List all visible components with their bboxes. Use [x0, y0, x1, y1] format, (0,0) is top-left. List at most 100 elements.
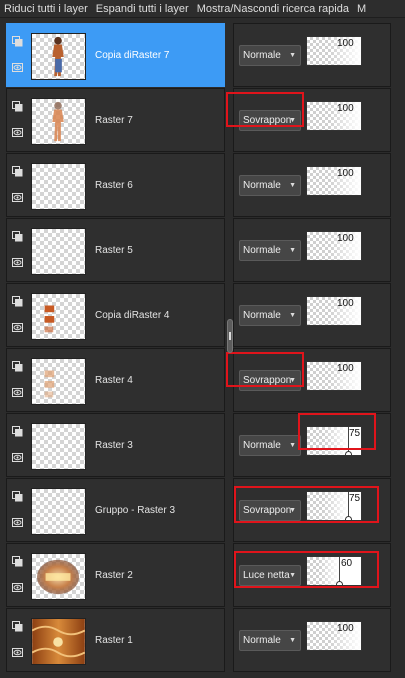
panel-splitter-handle[interactable]: [227, 319, 233, 353]
layer-row[interactable]: Raster 7 Sovrappon ▼ 100: [0, 88, 405, 153]
layer-thumbnail[interactable]: [31, 33, 86, 80]
layer-group-icon[interactable]: [12, 101, 23, 112]
layer-item[interactable]: Raster 7: [6, 88, 225, 152]
chevron-down-icon: ▼: [289, 312, 296, 319]
chevron-down-icon: ▼: [289, 377, 296, 384]
layer-name[interactable]: Raster 2: [95, 570, 133, 581]
opacity-knob[interactable]: [336, 581, 343, 585]
expand-all-layers-button[interactable]: Espandi tutti i layer: [96, 3, 189, 15]
layer-item[interactable]: Gruppo - Raster 3: [6, 478, 225, 542]
layer-thumbnail[interactable]: [31, 488, 86, 535]
layer-name[interactable]: Raster 6: [95, 180, 133, 191]
visibility-eye-icon[interactable]: [12, 388, 23, 397]
blend-mode-dropdown[interactable]: Normale ▼: [239, 305, 301, 326]
layer-item[interactable]: Raster 3: [6, 413, 225, 477]
visibility-eye-icon[interactable]: [12, 583, 23, 592]
layer-item[interactable]: Copia diRaster 4: [6, 283, 225, 347]
toggle-quick-search-button[interactable]: Mostra/Nascondi ricerca rapida: [197, 3, 349, 15]
blend-mode-dropdown[interactable]: Normale ▼: [239, 630, 301, 651]
blend-mode-dropdown[interactable]: Sovrappon ▼: [239, 370, 301, 391]
visibility-eye-icon[interactable]: [12, 63, 23, 72]
layer-item[interactable]: Raster 4: [6, 348, 225, 412]
layer-thumbnail[interactable]: [31, 98, 86, 145]
opacity-marker: [361, 102, 362, 130]
blend-mode-dropdown[interactable]: Sovrappon ▼: [239, 500, 301, 521]
opacity-slider[interactable]: 100: [306, 621, 362, 651]
visibility-eye-icon[interactable]: [12, 323, 23, 332]
blend-mode-dropdown[interactable]: Sovrappon ▼: [239, 110, 301, 131]
layer-thumbnail[interactable]: [31, 293, 86, 340]
layer-item[interactable]: Copia diRaster 7: [6, 23, 225, 87]
layer-thumbnail[interactable]: [31, 423, 86, 470]
layer-group-icon[interactable]: [12, 621, 23, 632]
opacity-slider[interactable]: 60: [306, 556, 362, 586]
layer-thumbnail[interactable]: [31, 228, 86, 275]
opacity-slider[interactable]: 100: [306, 36, 362, 66]
blend-mode-dropdown[interactable]: Normale ▼: [239, 175, 301, 196]
layer-name[interactable]: Copia diRaster 7: [95, 50, 169, 61]
layer-item[interactable]: Raster 5: [6, 218, 225, 282]
visibility-eye-icon[interactable]: [12, 128, 23, 137]
layer-thumbnail[interactable]: [31, 358, 86, 405]
layer-properties: Normale ▼ 100: [233, 153, 391, 217]
visibility-eye-icon[interactable]: [12, 648, 23, 657]
blend-mode-dropdown[interactable]: Normale ▼: [239, 435, 301, 456]
blend-mode-value: Luce netta: [243, 570, 290, 581]
opacity-knob[interactable]: [345, 451, 352, 455]
opacity-slider[interactable]: 100: [306, 231, 362, 261]
layer-group-icon[interactable]: [12, 231, 23, 242]
opacity-knob[interactable]: [345, 516, 352, 520]
layer-name[interactable]: Raster 7: [95, 115, 133, 126]
chevron-down-icon: ▼: [289, 637, 296, 644]
layer-item[interactable]: Raster 2: [6, 543, 225, 607]
layer-row[interactable]: Raster 6 Normale ▼ 100: [0, 153, 405, 218]
chevron-down-icon: ▼: [289, 117, 296, 124]
layer-item[interactable]: Raster 6: [6, 153, 225, 217]
visibility-eye-icon[interactable]: [12, 258, 23, 267]
layer-row[interactable]: Raster 5 Normale ▼ 100: [0, 218, 405, 283]
layer-thumbnail[interactable]: [31, 618, 86, 665]
opacity-slider[interactable]: 100: [306, 296, 362, 326]
layer-group-icon[interactable]: [12, 166, 23, 177]
opacity-slider[interactable]: 100: [306, 101, 362, 131]
layer-row[interactable]: Raster 1 Normale ▼ 100: [0, 608, 405, 673]
layer-name[interactable]: Raster 5: [95, 245, 133, 256]
opacity-slider[interactable]: 100: [306, 361, 362, 391]
layer-thumbnail[interactable]: [31, 163, 86, 210]
layer-group-icon[interactable]: [12, 556, 23, 567]
more-toolbar-button[interactable]: M: [357, 3, 366, 15]
layer-group-icon[interactable]: [12, 36, 23, 47]
collapse-all-layers-button[interactable]: Riduci tutti i layer: [4, 3, 88, 15]
visibility-eye-icon[interactable]: [12, 453, 23, 462]
layer-row[interactable]: Raster 4 Sovrappon ▼ 100: [0, 348, 405, 413]
blend-mode-dropdown[interactable]: Normale ▼: [239, 45, 301, 66]
layer-group-icon[interactable]: [12, 296, 23, 307]
layer-group-icon[interactable]: [12, 361, 23, 372]
layer-row[interactable]: Raster 3 Normale ▼ 75: [0, 413, 405, 478]
layer-row[interactable]: Copia diRaster 4 Normale ▼ 100: [0, 283, 405, 348]
visibility-eye-icon[interactable]: [12, 518, 23, 527]
opacity-slider[interactable]: 75: [306, 491, 362, 521]
layer-name[interactable]: Raster 4: [95, 375, 133, 386]
layer-row[interactable]: Gruppo - Raster 3 Sovrappon ▼ 75: [0, 478, 405, 543]
visibility-eye-icon[interactable]: [12, 193, 23, 202]
layer-name[interactable]: Raster 3: [95, 440, 133, 451]
layer-row[interactable]: Copia diRaster 7 Normale ▼ 100: [0, 23, 405, 88]
layer-row[interactable]: Raster 2 Luce netta ▼ 60: [0, 543, 405, 608]
layer-item[interactable]: Raster 1: [6, 608, 225, 672]
blend-mode-dropdown[interactable]: Normale ▼: [239, 240, 301, 261]
layer-name[interactable]: Raster 1: [95, 635, 133, 646]
blend-mode-value: Normale: [243, 635, 281, 646]
opacity-slider[interactable]: 75: [306, 426, 362, 456]
layer-properties: Normale ▼ 100: [233, 283, 391, 347]
layer-group-icon[interactable]: [12, 426, 23, 437]
layer-name[interactable]: Copia diRaster 4: [95, 310, 169, 321]
layer-group-icon[interactable]: [12, 491, 23, 502]
blend-mode-dropdown[interactable]: Luce netta ▼: [239, 565, 301, 586]
opacity-slider[interactable]: 100: [306, 166, 362, 196]
chevron-down-icon: ▼: [289, 182, 296, 189]
layer-thumbnail[interactable]: [31, 553, 86, 600]
layer-properties: Normale ▼ 75: [233, 413, 391, 477]
layer-name[interactable]: Gruppo - Raster 3: [95, 505, 175, 516]
opacity-value: 100: [337, 298, 354, 309]
